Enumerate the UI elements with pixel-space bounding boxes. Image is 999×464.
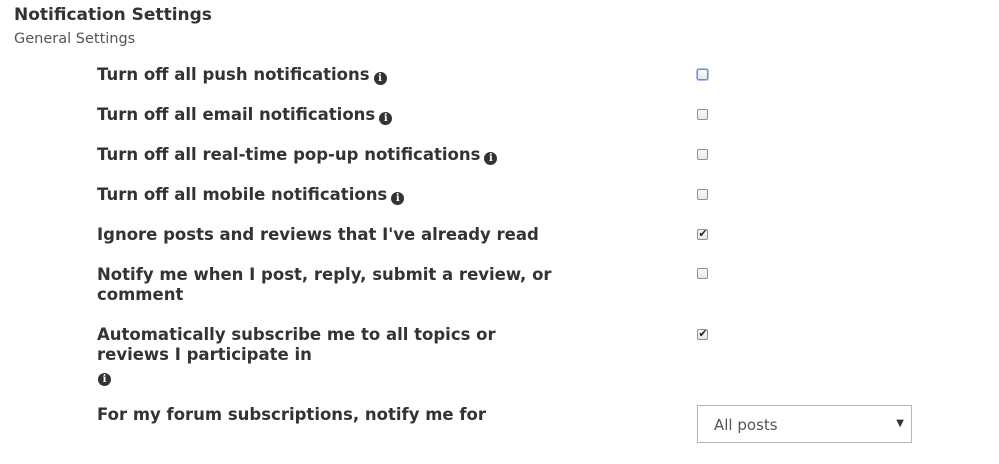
setting-label-text: Turn off all real-time pop-up notificati… — [97, 145, 481, 164]
setting-label-text: Turn off all push notifications — [97, 65, 370, 84]
setting-label-auto-subscribe: Automatically subscribe me to all topics… — [97, 325, 517, 365]
info-icon[interactable]: i — [98, 373, 111, 386]
checkbox-mobile-off[interactable] — [697, 189, 708, 200]
checkbox-popup-off[interactable] — [697, 149, 708, 160]
setting-label-email: Turn off all email notifications i — [97, 105, 557, 125]
setting-label-notify-self: Notify me when I post, reply, submit a r… — [97, 265, 552, 305]
setting-label-text: Ignore posts and reviews that I've alrea… — [97, 225, 539, 244]
checkbox-ignore-read[interactable]: ✔ — [697, 227, 708, 240]
setting-label-push: Turn off all push notifications i — [97, 65, 557, 85]
page-title: Notification Settings — [14, 5, 212, 25]
checkbox-notify-self[interactable] — [697, 268, 708, 279]
forum-subscription-label: For my forum subscriptions, notify me fo… — [97, 405, 486, 424]
setting-label-text: Automatically subscribe me to all topics… — [97, 325, 496, 364]
forum-subscription-select[interactable]: All posts ▼ — [697, 405, 912, 443]
info-icon[interactable]: i — [373, 72, 387, 85]
setting-label-text: Notify me when I post, reply, submit a r… — [97, 265, 552, 304]
page-subtitle: General Settings — [14, 31, 136, 47]
caret-down-icon: ▼ — [896, 418, 904, 429]
setting-label-popup: Turn off all real-time pop-up notificati… — [97, 145, 557, 165]
info-icon[interactable]: i — [391, 192, 405, 205]
setting-label-text: Turn off all mobile notifications — [97, 185, 388, 204]
checkbox-email-off[interactable] — [697, 109, 708, 120]
checkmark-icon: ✔ — [698, 227, 708, 240]
select-value: All posts — [714, 416, 778, 434]
setting-label-text: Turn off all email notifications — [97, 105, 376, 124]
checkmark-icon: ✔ — [698, 327, 708, 340]
checkbox-auto-subscribe[interactable]: ✔ — [697, 327, 708, 340]
setting-label-mobile: Turn off all mobile notifications i — [97, 185, 557, 205]
info-icon[interactable]: i — [484, 152, 498, 165]
info-icon[interactable]: i — [379, 112, 393, 125]
checkbox-push-off[interactable] — [697, 69, 708, 80]
setting-label-ignore-read: Ignore posts and reviews that I've alrea… — [97, 225, 557, 245]
